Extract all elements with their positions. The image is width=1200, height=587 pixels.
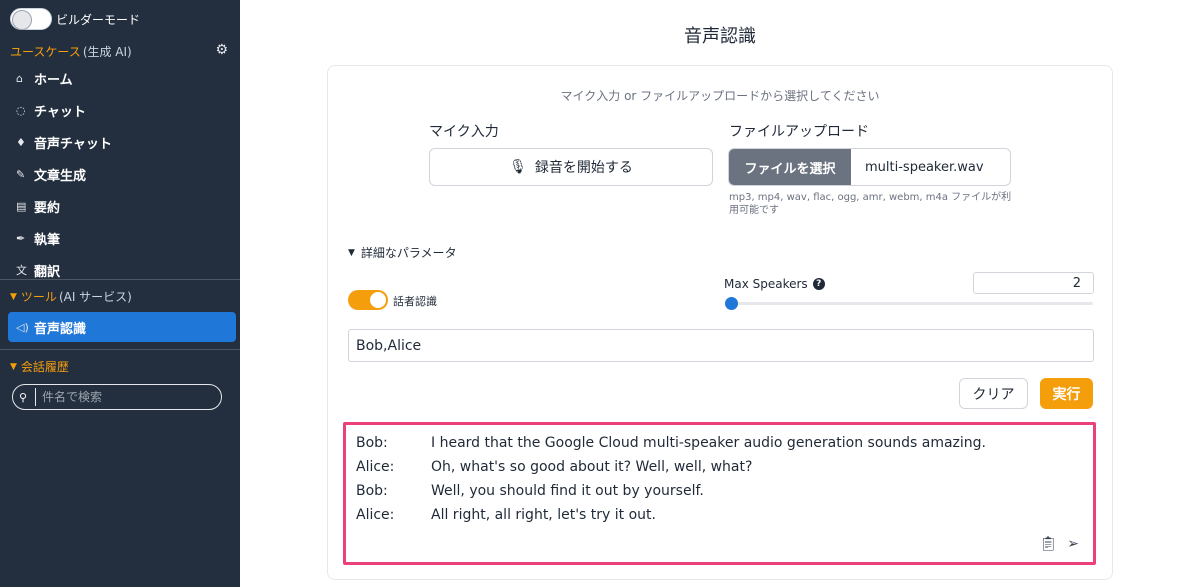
transcript-line: Alice: All right, all right, let's try i… <box>356 507 656 523</box>
transcript-result: Bob: I heard that the Google Cloud multi… <box>343 422 1096 565</box>
file-format-note: mp3, mp4, wav, flac, ogg, amr, webm, m4a… <box>729 192 1012 216</box>
home-icon: ⌂ <box>16 71 23 85</box>
sidebar-item-label: 翻訳 <box>34 264 61 280</box>
transcript-text: I heard that the Google Cloud multi-spea… <box>431 435 987 451</box>
tools-section-header[interactable]: ▼ ツール (AI サービス) <box>10 288 132 305</box>
transcript-speaker: Alice: <box>356 507 395 523</box>
sidebar-divider <box>0 349 240 350</box>
sidebar-item-voice-chat[interactable]: ♦ 音声チャット <box>8 127 236 157</box>
transcript-speaker: Alice: <box>356 459 395 475</box>
advanced-params-label: 詳細なパラメータ <box>360 246 457 260</box>
chat-icon: ◌ <box>16 103 26 117</box>
clear-button[interactable]: クリア <box>959 378 1028 409</box>
max-speakers-input[interactable]: 2 <box>973 272 1094 294</box>
advanced-params-toggle[interactable]: ▼ 詳細なパラメータ <box>348 244 457 261</box>
transcript-line: Bob: Well, you should find it out by you… <box>356 483 704 499</box>
transcript-text: Well, you should find it out by yourself… <box>431 483 704 499</box>
slider-thumb[interactable] <box>725 297 738 310</box>
history-section-label: 会話履歴 <box>20 360 69 374</box>
selected-file-name: multi-speaker.wav <box>865 159 984 175</box>
sidebar-item-speech-recognition[interactable]: ◁) 音声認識 <box>8 312 236 342</box>
search-icon: ⚲ <box>19 390 28 404</box>
sidebar-item-label: チャット <box>34 104 86 120</box>
max-speakers-slider[interactable] <box>725 297 1093 310</box>
sidebar-item-translate[interactable]: 文 翻訳 <box>8 255 236 285</box>
tools-section-sub: (AI サービス) <box>58 290 132 304</box>
caret-down-icon: ▼ <box>10 361 17 372</box>
sidebar-divider <box>0 279 240 280</box>
sidebar-item-home[interactable]: ⌂ ホーム <box>8 63 236 93</box>
mic-input-label: マイク入力 <box>429 124 499 140</box>
toggle-switch[interactable] <box>10 8 52 30</box>
max-speakers-label: Max Speakers <box>724 277 808 291</box>
sidebar-item-label: 執筆 <box>34 232 61 248</box>
pencil-icon: ✎ <box>16 167 26 181</box>
summary-icon: ▤ <box>16 199 27 213</box>
sidebar-item-label: 音声チャット <box>34 136 112 152</box>
sidebar: ビルダーモード ユースケース (生成 AI) ⚙ ⌂ ホーム ◌ チャット ♦ … <box>0 0 240 587</box>
builder-mode-toggle[interactable]: ビルダーモード <box>10 8 140 30</box>
pen-icon: ✒ <box>16 231 26 245</box>
run-button[interactable]: 実行 <box>1040 378 1093 409</box>
sidebar-item-label: 要約 <box>34 200 61 216</box>
start-recording-button[interactable]: 🎙︎ 録音を開始する <box>429 148 713 186</box>
sidebar-item-label: 音声認識 <box>34 321 87 337</box>
transcript-text: All right, all right, let's try it out. <box>431 507 656 523</box>
transcript-line: Bob: I heard that the Google Cloud multi… <box>356 435 986 451</box>
usecase-section-label: ユースケース <box>10 45 81 59</box>
sidebar-item-chat[interactable]: ◌ チャット <box>8 95 236 125</box>
sidebar-item-summary[interactable]: ▤ 要約 <box>8 191 236 221</box>
history-search: ⚲ <box>12 384 222 410</box>
sidebar-item-label: 文章生成 <box>34 168 87 184</box>
search-separator <box>35 388 36 406</box>
transcript-speaker: Bob: <box>356 435 388 451</box>
file-upload-label: ファイルアップロード <box>729 124 869 140</box>
search-input[interactable] <box>42 390 202 404</box>
start-recording-label: 録音を開始する <box>534 160 633 176</box>
speaker-names-input[interactable]: Bob,Alice <box>348 329 1094 362</box>
history-section-header[interactable]: ▼ 会話履歴 <box>10 358 69 375</box>
diarization-toggle[interactable] <box>348 290 388 310</box>
transcript-text: Oh, what's so good about it? Well, well,… <box>431 459 753 475</box>
transcript-line: Alice: Oh, what's so good about it? Well… <box>356 459 752 475</box>
microphone-icon: 🎙︎ <box>509 159 527 175</box>
choose-file-button[interactable]: ファイルを選択 <box>729 149 851 185</box>
speaker-icon: ◁) <box>16 320 29 334</box>
tools-section-label: ツール <box>20 290 57 304</box>
max-speakers-label-group: Max Speakers ? <box>724 277 825 291</box>
translate-icon: 文 <box>16 264 27 277</box>
caret-down-icon: ▼ <box>10 291 17 302</box>
speech-recognition-card: マイク入力 or ファイルアップロードから選択してください マイク入力 ファイル… <box>327 65 1113 580</box>
usecase-section-header: ユースケース (生成 AI) <box>10 43 132 60</box>
mic-icon: ♦ <box>16 135 26 149</box>
sidebar-item-writing[interactable]: ✒ 執筆 <box>8 223 236 253</box>
result-actions: 📋︎ ➢ <box>1039 536 1079 552</box>
usecase-section-sub: (生成 AI) <box>82 45 132 59</box>
diarization-label: 話者認識 <box>393 295 437 308</box>
page-title: 音声認識 <box>684 26 756 47</box>
help-icon[interactable]: ? <box>812 278 825 290</box>
transcript-speaker: Bob: <box>356 483 388 499</box>
file-upload-field: ファイルを選択 multi-speaker.wav <box>728 148 1011 186</box>
caret-down-icon: ▼ <box>348 247 355 258</box>
clipboard-icon[interactable]: 📋︎ <box>1039 536 1057 552</box>
gear-icon[interactable]: ⚙ <box>215 42 228 58</box>
sidebar-item-generate[interactable]: ✎ 文章生成 <box>8 159 236 189</box>
sidebar-item-label: ホーム <box>34 72 73 88</box>
send-icon[interactable]: ➢ <box>1067 536 1079 552</box>
input-hint: マイク入力 or ファイルアップロードから選択してください <box>560 89 880 103</box>
builder-mode-label: ビルダーモード <box>56 12 141 27</box>
